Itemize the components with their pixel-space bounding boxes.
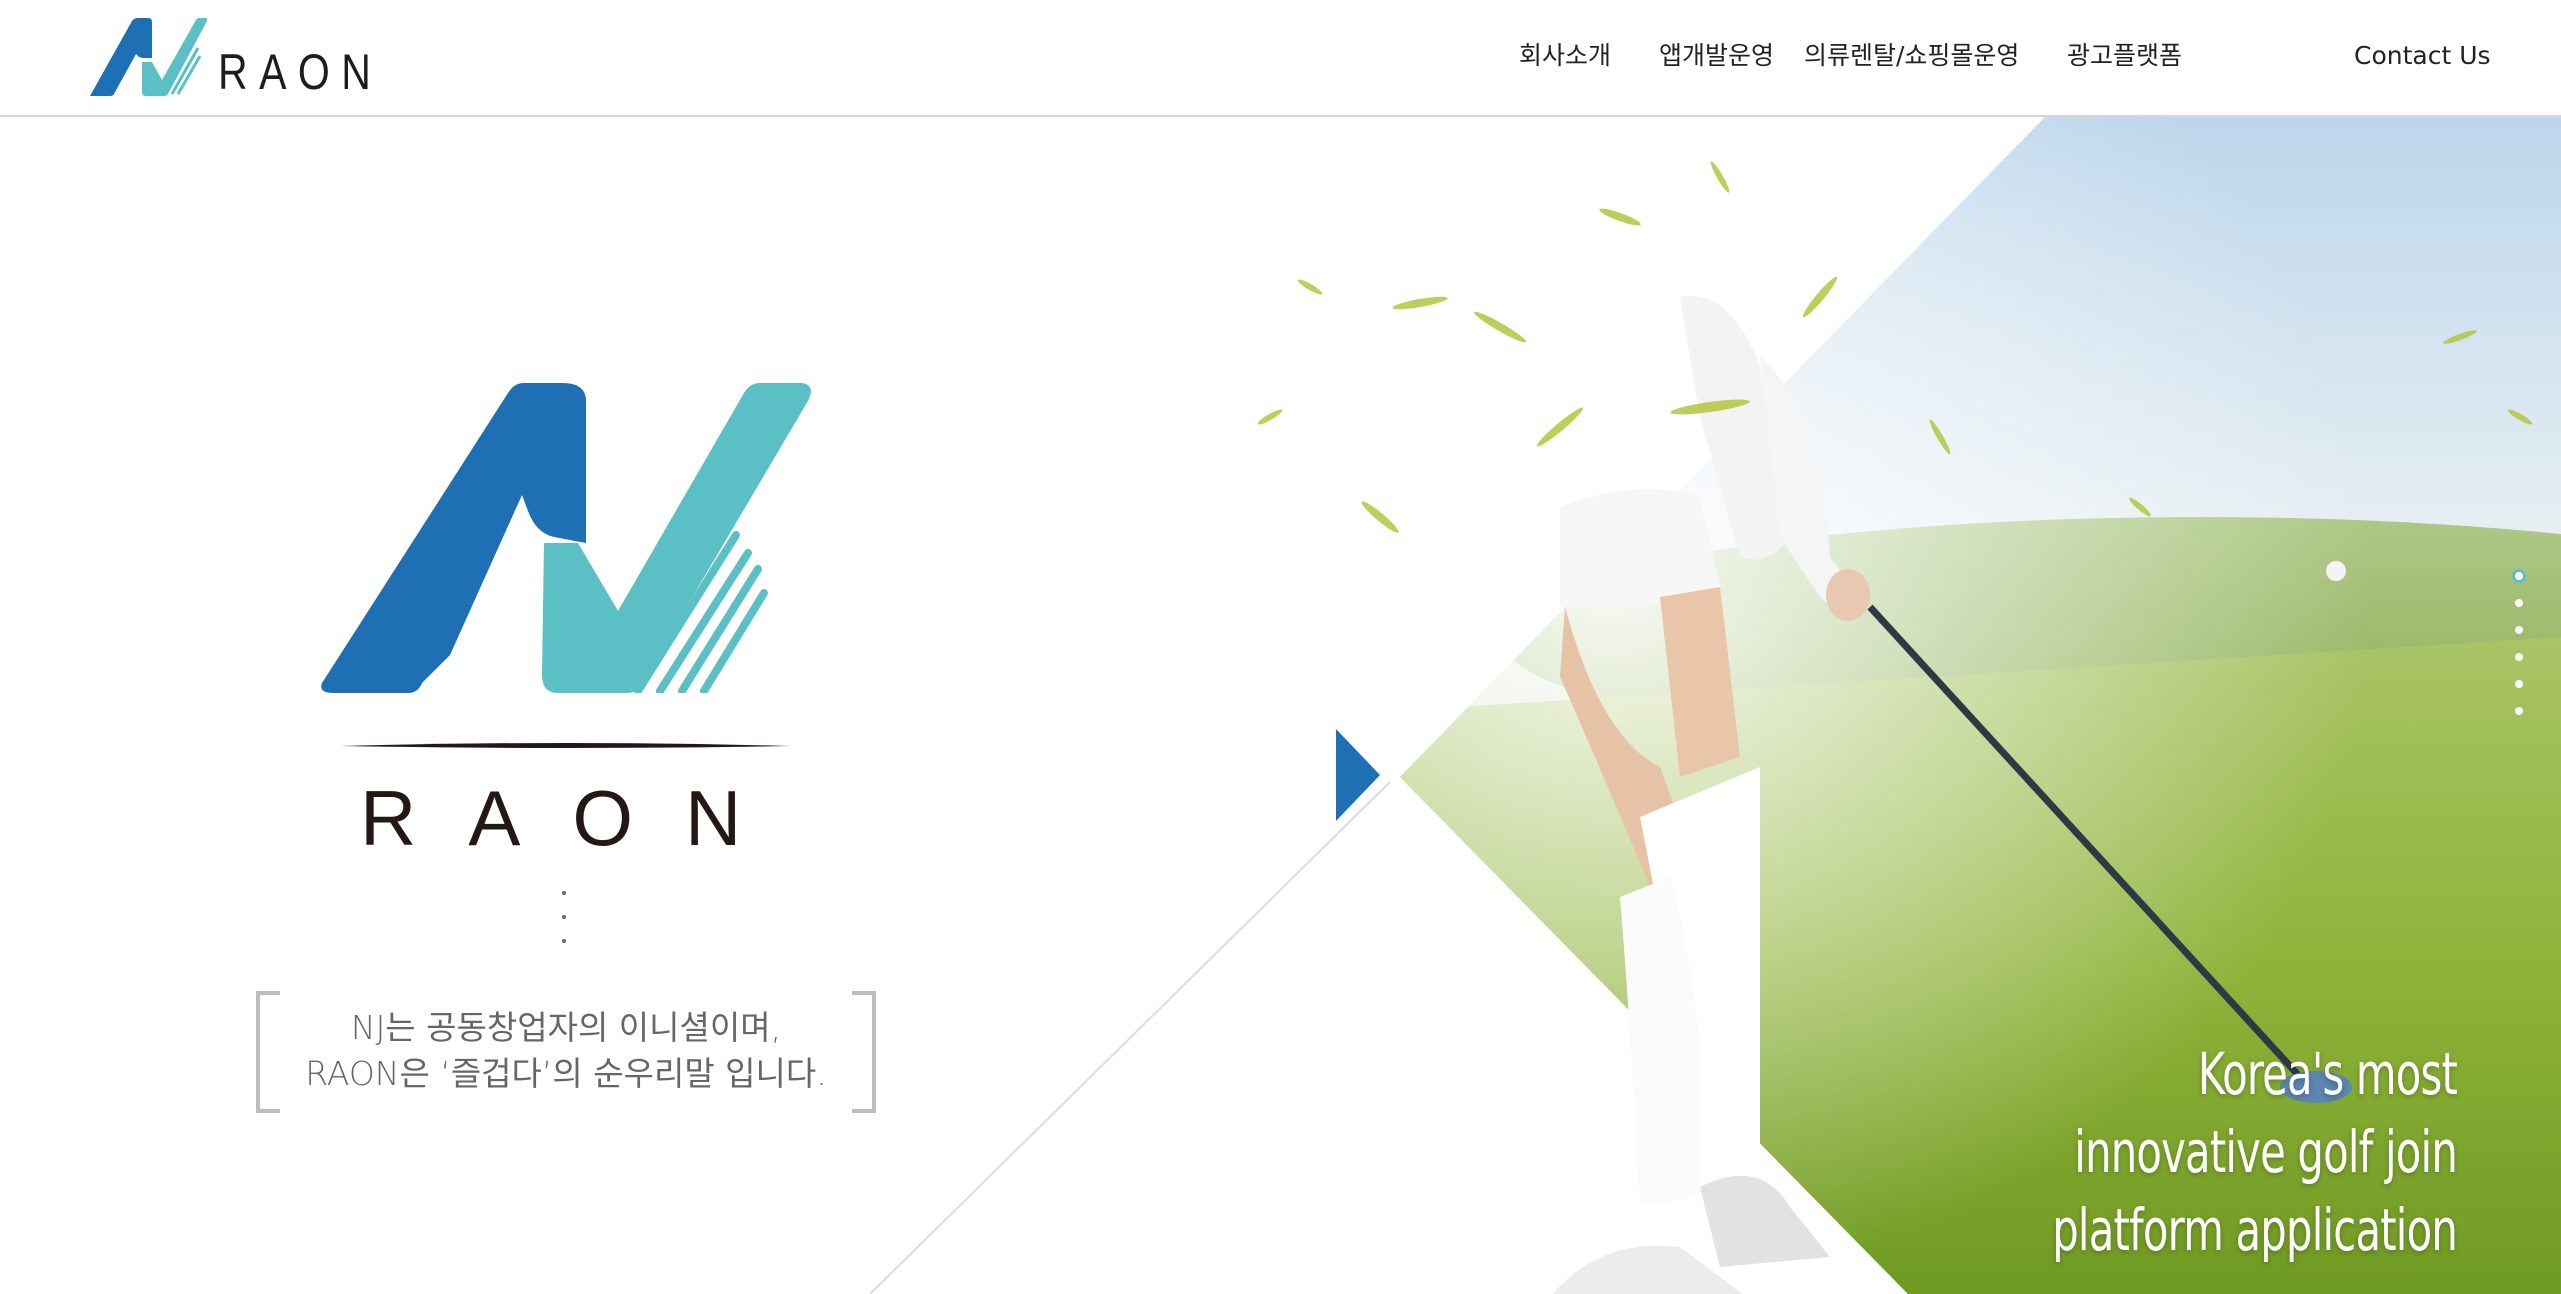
site-header: RAON 회사소개 앱개발운영 의류렌탈/쇼핑몰운영 광고플랫폼 Contact… — [0, 0, 2561, 117]
raon-large-logo-icon — [321, 383, 811, 693]
nav-item-ad-platform[interactable]: 광고플랫폼 — [2067, 34, 2182, 78]
hero-caption: Korea's most innovative golf join platfo… — [2052, 1035, 2458, 1269]
nav-item-apparel-rental[interactable]: 의류렌탈/쇼핑몰운영 — [1804, 34, 2019, 78]
logo-divider — [340, 743, 790, 748]
caption-line-3: platform application — [2052, 1196, 2458, 1264]
nav-item-company[interactable]: 회사소개 — [1519, 34, 1611, 78]
pager-dot-1[interactable] — [2512, 569, 2526, 583]
pager-dot-3[interactable] — [2515, 626, 2523, 634]
tagline-line-2: RAON은 ‘즐겁다’의 순우리말 입니다. — [305, 1054, 827, 1093]
raon-logo-icon — [90, 18, 208, 96]
tagline-text: NJ는 공동창업자의 이니셜이며, RAON은 ‘즐겁다’의 순우리말 입니다. — [256, 1005, 876, 1097]
pager-dot-2[interactable] — [2515, 599, 2523, 607]
nav-item-app-dev[interactable]: 앱개발운영 — [1659, 34, 1774, 78]
caption-line-1: Korea's most — [2197, 1040, 2458, 1108]
nav-item-contact[interactable]: Contact Us — [2354, 34, 2491, 78]
vertical-dots-divider — [562, 891, 566, 943]
pager-dot-5[interactable] — [2515, 680, 2523, 688]
brand-logo-link[interactable]: RAON — [86, 18, 371, 100]
tagline-line-1: NJ는 공동창업자의 이니셜이며, — [350, 1008, 782, 1047]
caption-line-2: innovative golf join — [2074, 1118, 2458, 1186]
hero-wordmark: RAON — [360, 774, 794, 862]
pager-dot-4[interactable] — [2515, 653, 2523, 661]
pager-dot-6[interactable] — [2515, 707, 2523, 715]
play-triangle-icon — [1336, 729, 1380, 821]
slide-pager — [2512, 569, 2526, 739]
hero-section: RAON NJ는 공동창업자의 이니셜이며, RAON은 ‘즐겁다’의 순우리말… — [0, 117, 2561, 1294]
brand-name: RAON — [218, 44, 383, 100]
tagline-box: NJ는 공동창업자의 이니셜이며, RAON은 ‘즐겁다’의 순우리말 입니다. — [256, 991, 876, 1113]
